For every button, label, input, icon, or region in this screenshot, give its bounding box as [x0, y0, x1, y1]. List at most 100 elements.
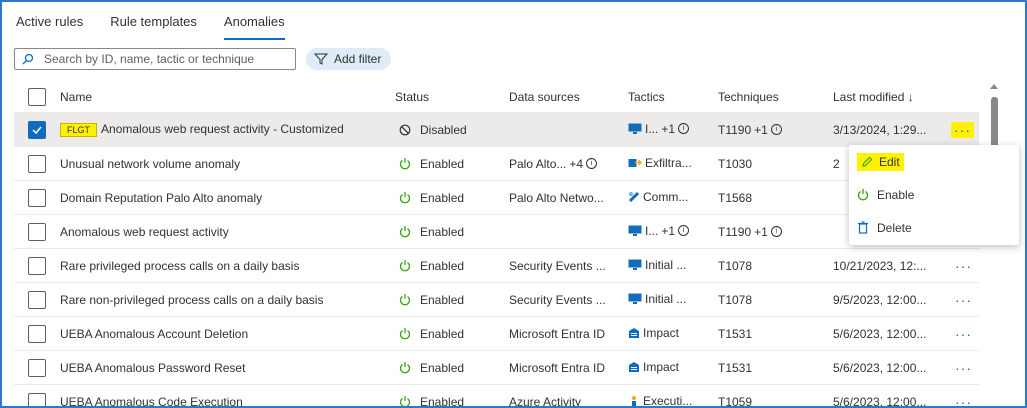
row-checkbox[interactable]: [28, 358, 46, 377]
rule-name[interactable]: Domain Reputation Palo Alto anomaly: [58, 180, 395, 215]
rule-name[interactable]: UEBA Anomalous Account Deletion: [58, 316, 395, 351]
table-row[interactable]: Unusual network volume anomaly Enabled P…: [14, 146, 979, 181]
rule-name[interactable]: Anomalous web request activity: [58, 214, 395, 249]
rule-name[interactable]: UEBA Anomalous Password Reset: [58, 350, 395, 385]
data-source-extra: +4: [569, 156, 584, 171]
more-actions-button[interactable]: ···: [951, 292, 972, 308]
more-actions-button[interactable]: ···: [951, 121, 974, 138]
info-icon[interactable]: i: [678, 123, 690, 135]
enable-label: Enable: [877, 187, 915, 202]
column-header-last-modified[interactable]: Last modified ↓: [833, 82, 951, 113]
power-icon: [399, 260, 411, 272]
enable-menu-item[interactable]: Enable: [849, 178, 1019, 211]
technique-extra: +1: [754, 224, 768, 239]
data-source: Microsoft Entra ID: [509, 316, 628, 351]
row-checkbox[interactable]: [28, 256, 46, 275]
row-checkbox[interactable]: [28, 120, 46, 139]
last-modified: 10/21/2023, 12:...: [833, 248, 951, 283]
info-icon[interactable]: i: [678, 225, 690, 237]
data-source: Security Events ...: [509, 248, 628, 283]
select-all-checkbox[interactable]: [28, 88, 46, 106]
tab-rule-templates[interactable]: Rule templates: [110, 6, 197, 36]
add-filter-button[interactable]: Add filter: [306, 48, 392, 70]
power-icon: [399, 226, 411, 238]
status-text: Enabled: [420, 360, 465, 375]
last-modified: 3/13/2024, 1:29...: [833, 112, 951, 147]
technique-text: T1078: [718, 248, 833, 283]
table-row[interactable]: Rare privileged process calls on a daily…: [14, 248, 979, 283]
status-text: Enabled: [420, 156, 465, 171]
search-icon: [22, 53, 34, 65]
tactic-text: Executi...: [643, 393, 693, 408]
last-modified: 9/5/2023, 12:00...: [833, 282, 951, 317]
edit-pencil-icon: [862, 156, 873, 167]
technique-text: T1531: [718, 350, 833, 385]
trash-icon: [858, 221, 868, 234]
rule-name[interactable]: Rare privileged process calls on a daily…: [58, 248, 395, 283]
info-icon[interactable]: i: [770, 124, 782, 135]
more-actions-button[interactable]: ···: [951, 360, 972, 376]
info-icon[interactable]: i: [770, 226, 782, 237]
impact-icon: [629, 327, 639, 338]
column-header-name[interactable]: Name: [58, 82, 395, 113]
rule-name[interactable]: Unusual network volume anomaly: [58, 146, 395, 181]
initial-access-icon: [628, 259, 642, 271]
more-actions-button[interactable]: ···: [951, 394, 972, 407]
search-box[interactable]: [14, 48, 296, 70]
row-checkbox[interactable]: [28, 188, 46, 207]
column-header-status[interactable]: Status: [395, 82, 509, 113]
more-actions-button[interactable]: ···: [951, 258, 972, 274]
row-context-menu: Edit Enable Delete: [849, 145, 1019, 245]
rule-name[interactable]: Rare non-privileged process calls on a d…: [58, 282, 395, 317]
status-text: Enabled: [420, 394, 465, 408]
checkmark-icon: [32, 126, 42, 134]
data-source: [509, 214, 628, 249]
column-header-tactics[interactable]: Tactics: [628, 82, 718, 113]
technique-text: T1078: [718, 282, 833, 317]
technique-text: T1568: [718, 180, 833, 215]
scroll-up-icon[interactable]: [989, 82, 999, 90]
tab-anomalies[interactable]: Anomalies: [223, 6, 285, 40]
power-icon: [857, 189, 869, 201]
row-checkbox[interactable]: [28, 324, 46, 343]
table-row[interactable]: UEBA Anomalous Code Execution Enabled Az…: [14, 384, 979, 408]
power-icon: [399, 294, 411, 306]
table-row[interactable]: UEBA Anomalous Password Reset Enabled Mi…: [14, 350, 979, 385]
data-source: Palo Alto...: [509, 156, 567, 171]
row-checkbox[interactable]: [28, 290, 46, 309]
data-source: Security Events ...: [509, 282, 628, 317]
table-row[interactable]: FLGT Anomalous web request activity - Cus…: [14, 112, 979, 147]
info-icon[interactable]: i: [586, 158, 598, 169]
column-header-techniques[interactable]: Techniques: [718, 82, 833, 113]
search-input[interactable]: [42, 51, 286, 67]
table-row[interactable]: Domain Reputation Palo Alto anomaly Enab…: [14, 180, 979, 215]
edit-menu-item[interactable]: Edit: [849, 145, 1019, 178]
tactic-text: Initial ...: [645, 291, 687, 306]
table-header-row: Name Status Data sources Tactics Techniq…: [14, 82, 979, 113]
more-actions-button[interactable]: ···: [951, 326, 972, 342]
table-row[interactable]: UEBA Anomalous Account Deletion Enabled …: [14, 316, 979, 351]
last-modified: 5/6/2023, 12:00...: [833, 384, 951, 406]
filter-icon: [314, 53, 328, 65]
anomalies-table: Name Status Data sources Tactics Techniq…: [14, 82, 979, 408]
tab-active-rules[interactable]: Active rules: [16, 6, 83, 36]
delete-menu-item[interactable]: Delete: [849, 211, 1019, 244]
disabled-icon: [399, 124, 411, 135]
table-row[interactable]: Anomalous web request activity Enabled I…: [14, 214, 979, 249]
tactic-text: I...: [645, 121, 659, 136]
column-header-data-sources[interactable]: Data sources: [509, 82, 628, 113]
status-text: Enabled: [420, 224, 465, 239]
technique-extra: +1: [754, 122, 768, 137]
row-checkbox[interactable]: [28, 392, 46, 406]
rule-name[interactable]: Anomalous web request activity - Customi…: [101, 122, 344, 136]
row-checkbox[interactable]: [28, 222, 46, 241]
rule-name[interactable]: UEBA Anomalous Code Execution: [58, 384, 395, 406]
tactic-text: Comm...: [643, 189, 689, 204]
power-icon: [399, 328, 411, 340]
table-row[interactable]: Rare non-privileged process calls on a d…: [14, 282, 979, 317]
tactic-text: Impact: [643, 359, 680, 374]
data-source: Palo Alto Netwo...: [509, 180, 628, 215]
last-modified: 5/6/2023, 12:00...: [833, 350, 951, 385]
technique-text: T1059: [718, 384, 833, 406]
row-checkbox[interactable]: [28, 154, 46, 173]
